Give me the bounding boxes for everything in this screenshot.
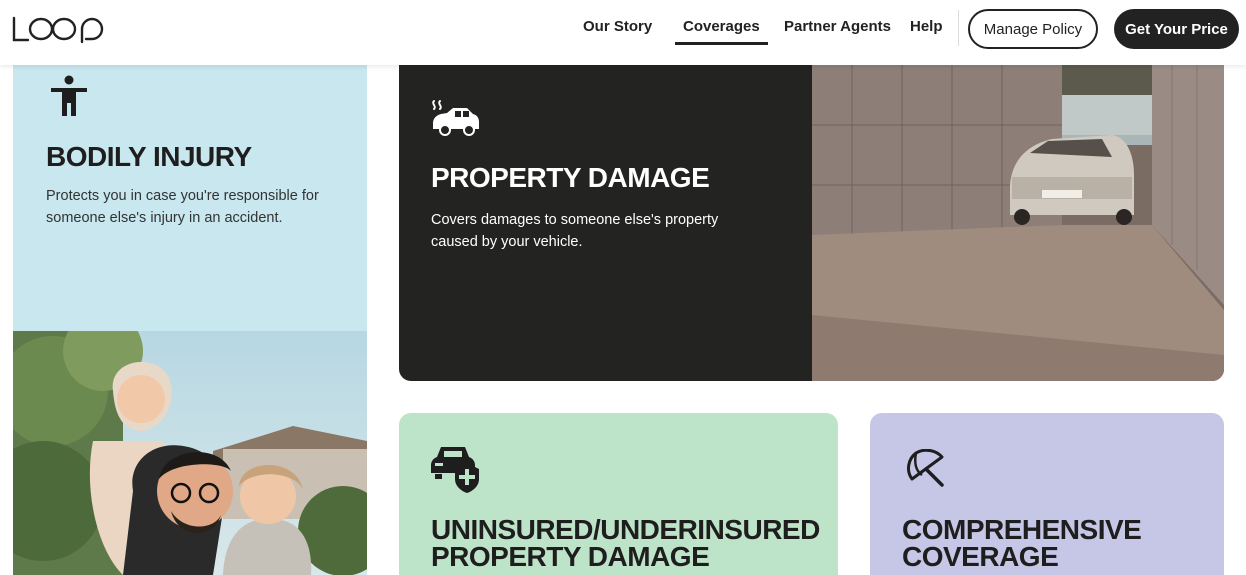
- comprehensive-title-line2: COVERAGE: [902, 541, 1059, 572]
- family-photo: [13, 331, 367, 575]
- uninsured-underinsured-card: UNINSURED/UNDERINSURED PROPERTY DAMAGE: [399, 413, 838, 575]
- get-your-price-button[interactable]: Get Your Price: [1114, 9, 1239, 49]
- nav-help[interactable]: Help: [910, 18, 943, 35]
- uninsured-title-line2: PROPERTY DAMAGE: [431, 541, 710, 572]
- bodily-injury-title: BODILY INJURY: [46, 141, 252, 172]
- uninsured-title-line1: UNINSURED/UNDERINSURED: [431, 514, 820, 545]
- bodily-injury-card: BODILY INJURY Protects you in case you'r…: [13, 65, 367, 331]
- wrecked-car-photo: [812, 65, 1224, 381]
- nav-coverages[interactable]: Coverages: [675, 18, 768, 45]
- comprehensive-title: COMPREHENSIVE COVERAGE: [902, 514, 1142, 572]
- property-damage-description: Covers damages to someone else's propert…: [431, 212, 719, 250]
- person-icon: [51, 75, 87, 116]
- nav-divider: [958, 10, 959, 46]
- site-header: Our Story Coverages Partner Agents Help …: [0, 0, 1246, 65]
- nav-our-story[interactable]: Our Story: [583, 18, 652, 35]
- comprehensive-coverage-card: COMPREHENSIVE COVERAGE: [870, 413, 1224, 575]
- nav-partner-agents[interactable]: Partner Agents: [784, 18, 891, 35]
- manage-policy-button[interactable]: Manage Policy: [968, 9, 1098, 49]
- car-shield-plus-icon: [431, 447, 479, 493]
- comprehensive-title-line1: COMPREHENSIVE: [902, 514, 1142, 545]
- property-damage-title: PROPERTY DAMAGE: [431, 162, 710, 193]
- loop-logo[interactable]: [12, 12, 104, 44]
- umbrella-icon: [907, 449, 944, 487]
- car-smoke-icon: [432, 100, 479, 136]
- bodily-injury-description: Protects you in case you're responsible …: [46, 188, 319, 226]
- uninsured-title: UNINSURED/UNDERINSURED PROPERTY DAMAGE: [431, 514, 820, 572]
- property-damage-card: PROPERTY DAMAGE Covers damages to someon…: [399, 65, 1224, 381]
